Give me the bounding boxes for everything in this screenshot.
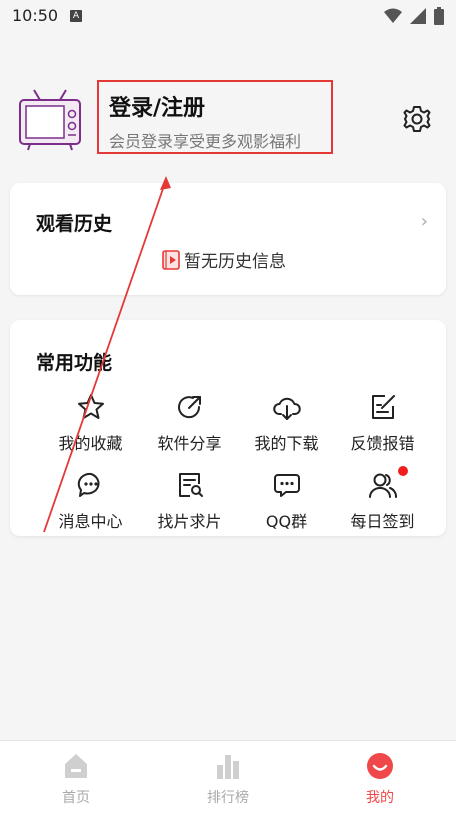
gear-icon[interactable] [402,104,432,134]
tab-home[interactable]: 首页 [26,751,126,807]
battery-icon [434,7,444,25]
bottom-tab-bar: 首页 排行榜 我的 [0,740,456,813]
message-icon [77,472,100,497]
feedback-label: 反馈报错 [350,434,415,453]
tab-ranking[interactable]: 排行榜 [178,751,278,807]
chat-icon [273,474,300,497]
status-bar: 10:50 A [0,0,456,34]
tab-mine[interactable]: 我的 [330,751,430,807]
qq-group-label: QQ群 [265,512,308,531]
tab-ranking-label: 排行榜 [207,790,249,806]
daily-checkin-label: 每日签到 [350,512,415,531]
functions-card: 常用功能 我的收藏 软件分享 我的下载 反馈报错 消息中心 找片求片 QQ群 每… [10,320,446,536]
daily-checkin-button[interactable]: 每日签到 [328,470,437,534]
find-movie-label: 找片求片 [157,512,222,531]
functions-title: 常用功能 [36,352,113,374]
share-icon [177,396,201,419]
tv-avatar-icon[interactable] [18,88,82,152]
home-icon [65,754,87,778]
chevron-right-icon[interactable]: › [421,211,428,232]
notification-badge [398,466,408,476]
find-movie-button[interactable]: 找片求片 [135,470,244,534]
qq-group-button[interactable]: QQ群 [232,470,341,534]
profile-header: 登录/注册 会员登录享受更多观影福利 [0,80,456,170]
history-empty-text: 暂无历史信息 [184,252,286,272]
signal-icon [410,8,426,24]
login-subtitle: 会员登录享受更多观影福利 [109,132,302,151]
feedback-icon [371,395,395,419]
message-center-label: 消息中心 [58,512,123,531]
star-icon [77,394,104,419]
history-card[interactable]: 观看历史 › 暂无历史信息 [10,183,446,295]
video-file-icon [162,249,180,270]
favorites-button[interactable]: 我的收藏 [36,392,145,456]
wifi-icon [384,8,402,23]
smile-icon [367,753,393,779]
tab-mine-label: 我的 [366,790,394,806]
tab-home-label: 首页 [62,790,90,806]
message-center-button[interactable]: 消息中心 [36,470,145,534]
feedback-button[interactable]: 反馈报错 [328,392,437,456]
status-icons [384,7,444,25]
status-time: 10:50 [12,6,59,25]
cloud-download-icon [272,397,301,420]
history-empty-state: 暂无历史信息 [162,247,286,272]
downloads-button[interactable]: 我的下载 [232,392,341,456]
search-doc-icon [178,473,203,497]
status-indicator: A [70,10,82,22]
users-icon [368,473,397,498]
downloads-label: 我的下载 [254,434,319,453]
login-title: 登录/注册 [109,96,206,121]
share-app-button[interactable]: 软件分享 [135,392,244,456]
share-app-label: 软件分享 [157,434,222,453]
favorites-label: 我的收藏 [58,434,123,453]
bar-chart-icon [217,755,239,779]
login-register-button[interactable]: 登录/注册 会员登录享受更多观影福利 [97,80,333,154]
history-title: 观看历史 [36,213,113,235]
